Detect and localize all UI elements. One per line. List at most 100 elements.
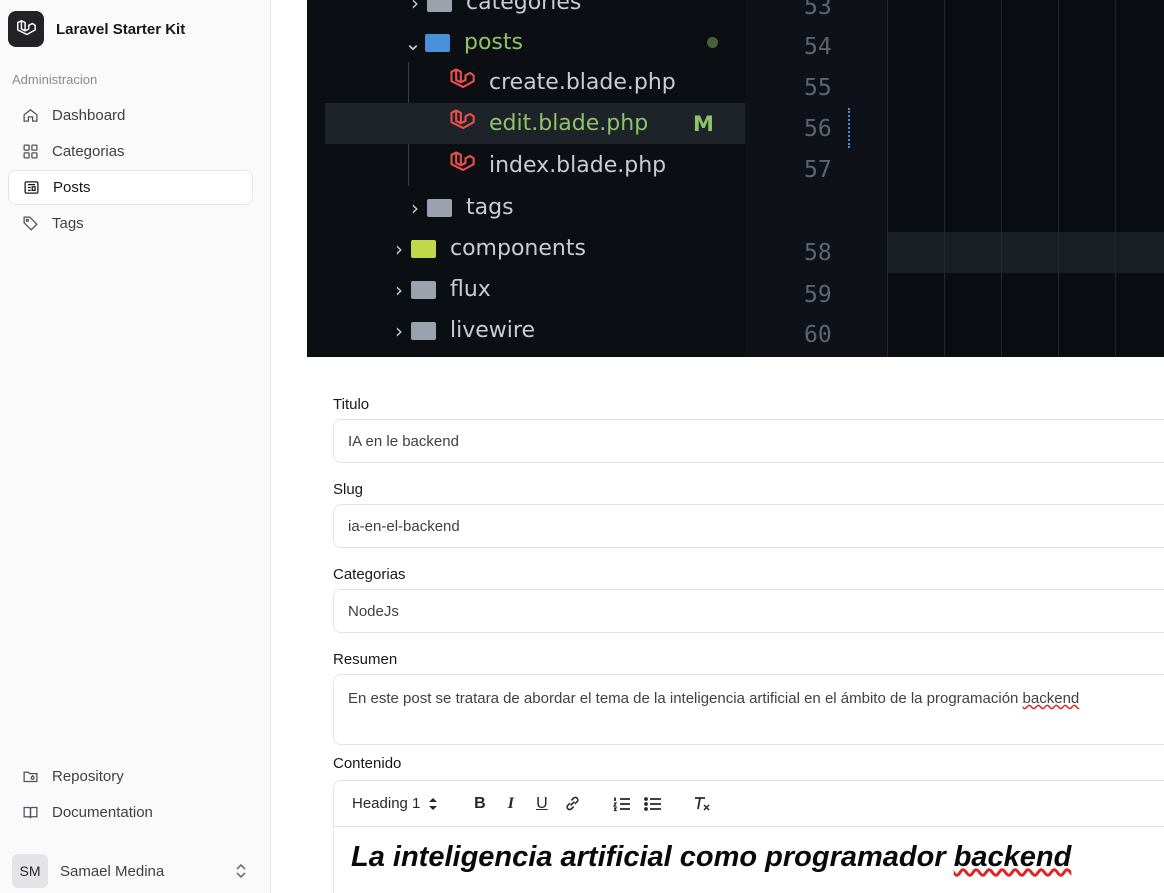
categorias-value: NodeJs (348, 602, 399, 620)
line-number: 60 (804, 322, 832, 348)
editor-toolbar: Heading 1 B I U (333, 780, 1164, 827)
sidebar-item-dashboard[interactable]: Dashboard (8, 98, 253, 133)
user-menu[interactable]: SM Samael Medina (12, 854, 248, 888)
tag-icon (23, 216, 38, 231)
categorias-label: Categorias (333, 566, 406, 583)
ordered-list-icon (612, 797, 630, 811)
tree-label: flux (450, 277, 491, 302)
resumen-label: Resumen (333, 651, 398, 668)
underline-button[interactable]: U (526, 789, 557, 819)
editor-content[interactable]: La inteligencia artificial como programa… (333, 827, 1164, 893)
sidebar-item-documentation[interactable]: Documentation (8, 795, 253, 830)
tree-label: edit.blade.php (489, 111, 649, 136)
chevron-right-icon: › (395, 277, 403, 302)
ordered-list-button[interactable] (606, 789, 637, 819)
line-number: 59 (804, 282, 832, 308)
grid-icon (23, 144, 38, 159)
book-icon (23, 806, 38, 819)
sidebar-item-label: Dashboard (52, 107, 126, 124)
editor-pane (887, 0, 1164, 357)
brand[interactable]: Laravel Starter Kit (8, 11, 185, 47)
tree-folder-flux: › flux (387, 269, 491, 310)
bold-icon: B (474, 794, 486, 812)
bullet-list-button[interactable] (637, 789, 668, 819)
heading-select-value: Heading 1 (352, 795, 421, 812)
tree-label: livewire (450, 318, 535, 343)
content-heading-text: La inteligencia artificial como programa… (351, 841, 954, 873)
tree-label: create.blade.php (489, 70, 676, 95)
laravel-file-icon (447, 149, 477, 183)
laravel-file-icon (447, 66, 477, 100)
chevron-right-icon: › (395, 236, 403, 261)
line-number: 57 (804, 157, 832, 183)
slug-input[interactable]: ia-en-el-backend (333, 504, 1164, 548)
tree-folder-livewire: › livewire (387, 310, 535, 351)
spellcheck-flagged-word: backend (953, 841, 1072, 873)
laravel-logo-icon (8, 11, 44, 47)
chevron-down-icon: ⌄ (404, 30, 422, 55)
titulo-value: IA en le backend (348, 432, 459, 450)
tree-folder-components: › components (387, 228, 586, 269)
underline-icon: U (536, 794, 548, 812)
sidebar-item-repository[interactable]: Repository (8, 759, 253, 794)
resumen-textarea[interactable]: En este post se tratara de abordar el te… (333, 674, 1164, 745)
line-number: 56 (804, 116, 832, 142)
clear-format-icon (694, 796, 710, 811)
sidebar-item-label: Categorias (52, 143, 125, 160)
sidebar-item-label: Posts (53, 179, 91, 196)
tree-file-create: create.blade.php (447, 62, 676, 103)
folder-git-icon (23, 771, 38, 783)
spellcheck-flagged-word: backend (1022, 690, 1080, 707)
slug-value: ia-en-el-backend (348, 517, 460, 535)
italic-icon: I (507, 794, 514, 812)
tree-folder-categories: › categories (403, 0, 581, 23)
line-number: 54 (804, 34, 832, 60)
sidebar-item-categorias[interactable]: Categorias (8, 134, 253, 169)
sidebar-item-tags[interactable]: Tags (8, 206, 253, 241)
app-name: Laravel Starter Kit (56, 20, 186, 38)
sidebar-item-label: Documentation (52, 804, 153, 821)
folder-icon (427, 0, 452, 12)
categorias-select[interactable]: NodeJs (333, 589, 1164, 633)
bullet-list-icon (643, 796, 661, 811)
newspaper-icon (24, 181, 39, 194)
folder-icon (411, 321, 436, 340)
chevron-right-icon: › (411, 195, 419, 220)
laravel-file-icon (447, 107, 477, 141)
tree-file-index: index.blade.php (447, 145, 666, 186)
sidebar-item-posts[interactable]: Posts (8, 170, 253, 205)
link-button[interactable] (557, 789, 588, 819)
indent-guide (1115, 0, 1116, 357)
chevron-right-icon: › (411, 0, 419, 15)
file-tree: › categories ⌄ posts create.blade.php ed… (307, 0, 745, 357)
sidebar-item-label: Tags (52, 215, 84, 232)
indent-guide (944, 0, 945, 357)
user-name: Samael Medina (60, 862, 165, 880)
chevron-right-icon: › (395, 318, 403, 343)
resumen-text: En este post se tratara de abordar el te… (348, 690, 1023, 707)
italic-button[interactable]: I (495, 789, 526, 819)
indent-guide (887, 0, 888, 357)
line-number: 53 (804, 0, 832, 20)
modified-dot-icon (707, 37, 718, 48)
folder-open-icon (425, 33, 450, 52)
link-icon (566, 796, 579, 811)
main-nav: Dashboard Categorias Posts Tags (8, 98, 253, 242)
tree-label: tags (466, 195, 514, 220)
resumen-value: En este post se tratara de abordar el te… (348, 690, 1079, 707)
tree-label: components (450, 236, 586, 261)
clear-format-button[interactable] (686, 789, 717, 819)
indent-guide (1001, 0, 1002, 357)
tree-label: posts (464, 30, 523, 55)
post-image: › categories ⌄ posts create.blade.php ed… (307, 0, 1164, 357)
line-number: 58 (804, 240, 832, 266)
titulo-input[interactable]: IA en le backend (333, 419, 1164, 463)
sidebar-item-label: Repository (52, 768, 124, 785)
chevron-up-down-icon (429, 797, 438, 810)
heading-select[interactable]: Heading 1 (352, 795, 438, 812)
tree-folder-tags: › tags (403, 187, 514, 228)
tree-file-edit: edit.blade.php M (325, 103, 745, 144)
folder-icon (427, 198, 452, 217)
post-form: Titulo IA en le backend Slug ia-en-el-ba… (333, 395, 1164, 893)
bold-button[interactable]: B (464, 789, 495, 819)
